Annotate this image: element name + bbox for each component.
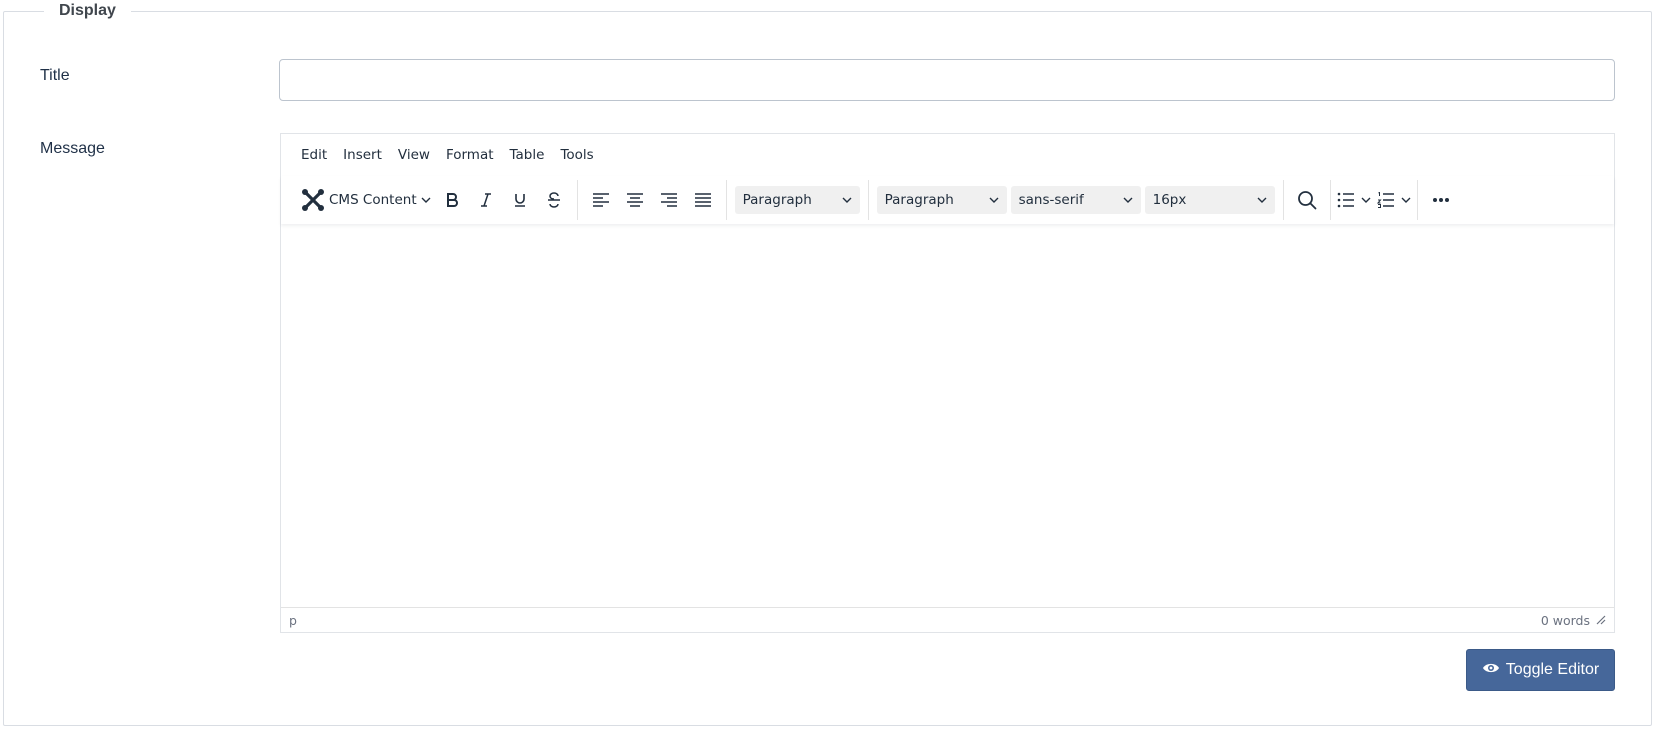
toggle-editor-label: Toggle Editor — [1505, 661, 1600, 678]
numbered-list-icon — [1376, 192, 1395, 208]
menu-format[interactable]: Format — [438, 141, 502, 169]
bullet-list-button[interactable] — [1337, 183, 1371, 217]
chevron-down-icon — [1123, 197, 1133, 203]
align-justify-icon — [694, 193, 712, 207]
joomla-logo-icon — [301, 188, 325, 212]
align-center-icon — [626, 193, 644, 207]
resize-handle-icon[interactable] — [1596, 613, 1606, 628]
search-icon — [1297, 190, 1317, 210]
toolbar-separator — [1329, 180, 1331, 220]
menu-table[interactable]: Table — [502, 141, 553, 169]
editor-menubar: Edit Insert View Format Table Tools — [281, 134, 602, 176]
chevron-down-icon — [1401, 197, 1411, 203]
font-size-select[interactable]: 16px — [1144, 186, 1275, 214]
toggle-editor-button[interactable]: Toggle Editor — [1466, 649, 1615, 691]
find-replace-button[interactable] — [1290, 183, 1324, 217]
italic-button[interactable] — [469, 183, 503, 217]
bold-icon — [444, 192, 460, 208]
chevron-down-icon — [1257, 197, 1267, 203]
rich-text-editor: Edit Insert View Format Table Tools CMS … — [280, 133, 1615, 633]
menu-edit[interactable]: Edit — [293, 141, 335, 169]
element-path[interactable]: p — [289, 613, 297, 628]
fieldset-legend: Display — [44, 0, 131, 22]
toolbar-separator — [1282, 180, 1284, 220]
chevron-down-icon — [1361, 197, 1371, 203]
menu-view[interactable]: View — [390, 141, 438, 169]
menu-tools[interactable]: Tools — [552, 141, 601, 169]
editor-toolbar: CMS Content Paragraph Paragraph sans-ser… — [281, 176, 1614, 224]
align-left-icon — [592, 193, 610, 207]
title-input[interactable] — [279, 59, 1615, 101]
underline-icon — [512, 192, 528, 208]
font-family-value: sans-serif — [1018, 192, 1084, 208]
cms-content-label: CMS Content — [329, 192, 417, 208]
font-family-select[interactable]: sans-serif — [1010, 186, 1141, 214]
cms-content-button[interactable]: CMS Content — [297, 183, 435, 217]
chevron-down-icon — [989, 197, 999, 203]
menu-insert[interactable]: Insert — [335, 141, 390, 169]
align-right-button[interactable] — [652, 183, 686, 217]
more-toolbar-button[interactable] — [1424, 183, 1458, 217]
format-value: Paragraph — [884, 192, 954, 208]
numbered-list-button[interactable] — [1376, 183, 1411, 217]
toolbar-separator — [725, 180, 727, 220]
toolbar-separator — [1416, 180, 1418, 220]
eye-icon — [1482, 661, 1500, 679]
underline-button[interactable] — [503, 183, 537, 217]
toolbar-separator — [867, 180, 869, 220]
italic-icon — [478, 192, 494, 208]
word-count[interactable]: 0 words — [1541, 613, 1590, 628]
chevron-down-icon — [842, 197, 852, 203]
toolbar-separator — [576, 180, 578, 220]
editor-statusbar: p 0 words — [281, 607, 1614, 632]
align-justify-button[interactable] — [686, 183, 720, 217]
strikethrough-button[interactable] — [537, 183, 571, 217]
strikethrough-icon — [546, 192, 562, 208]
block-format-select[interactable]: Paragraph — [734, 186, 860, 214]
font-size-value: 16px — [1152, 192, 1187, 208]
align-center-button[interactable] — [618, 183, 652, 217]
message-label: Message — [40, 140, 105, 157]
align-left-button[interactable] — [584, 183, 618, 217]
title-label: Title — [40, 67, 70, 84]
format-select[interactable]: Paragraph — [876, 186, 1007, 214]
bullet-list-icon — [1337, 192, 1355, 208]
more-horizontal-icon — [1432, 197, 1450, 203]
editor-content-area[interactable] — [281, 224, 1614, 608]
align-right-icon — [660, 193, 678, 207]
bold-button[interactable] — [435, 183, 469, 217]
block-format-value: Paragraph — [742, 192, 812, 208]
chevron-down-icon — [421, 197, 431, 203]
